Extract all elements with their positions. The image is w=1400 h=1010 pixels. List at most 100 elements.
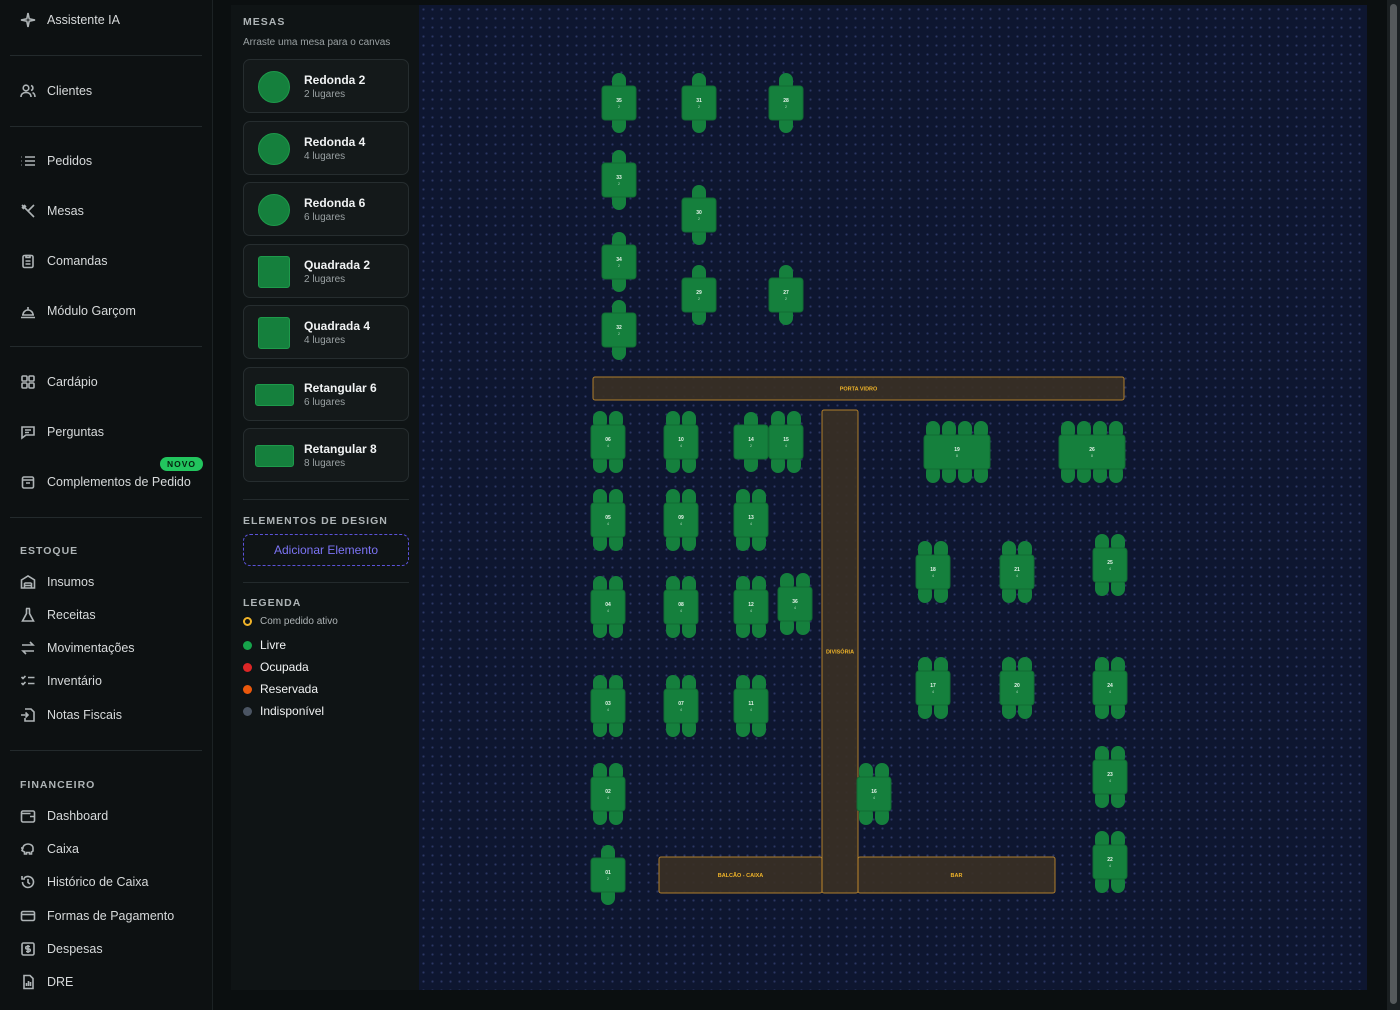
card-capacity: 4 lugares (304, 151, 346, 162)
floor-table[interactable]: 282 (768, 73, 804, 133)
nav-item-inventario[interactable]: Inventário (20, 671, 102, 691)
nav-item-caixa[interactable]: Caixa (20, 839, 79, 859)
floor-table[interactable]: 124 (733, 576, 769, 638)
floor-table[interactable]: 364 (777, 573, 813, 635)
nav-label: Comandas (47, 254, 108, 268)
floor-table[interactable]: 272 (768, 265, 804, 325)
card-capacity: 2 lugares (304, 89, 346, 100)
round-table-icon (258, 194, 290, 226)
floor-table[interactable]: 254 (1092, 534, 1128, 596)
design-element[interactable]: PORTA VIDRO (592, 376, 1125, 401)
divider (10, 126, 202, 127)
design-element-label: DIVISÓRIA (826, 648, 854, 656)
nav-item-pedidos[interactable]: Pedidos (20, 151, 92, 171)
nav-item-complementos[interactable]: Complementos de Pedido (20, 472, 191, 492)
nav-item-comandas[interactable]: Comandas (20, 251, 107, 271)
design-element-label: BAR (951, 873, 963, 879)
floor-table[interactable]: 198 (923, 421, 991, 483)
floor-table[interactable]: 352 (601, 73, 637, 133)
floor-table[interactable]: 094 (663, 489, 699, 551)
nav-item-dre[interactable]: DRE (20, 972, 73, 992)
card-name: Retangular 8 (304, 442, 377, 456)
floor-table[interactable]: 184 (915, 541, 951, 603)
table-seat-count: 2 (618, 332, 620, 336)
palette-card-retangular-8[interactable]: Retangular 8 8 lugares (243, 428, 409, 482)
floor-table[interactable]: 312 (681, 73, 717, 133)
palette-card-redonda-4[interactable]: Redonda 4 4 lugares (243, 121, 409, 175)
scrollbar-thumb[interactable] (1390, 4, 1397, 1004)
table-seat-count: 4 (680, 708, 682, 712)
table-seat-count: 4 (680, 444, 682, 448)
floor-table[interactable]: 084 (663, 576, 699, 638)
round-table-icon (258, 133, 290, 165)
rect-table-icon (255, 384, 294, 406)
nav-item-formas-pagamento[interactable]: Formas de Pagamento (20, 906, 174, 926)
nav-item-notas-fiscais[interactable]: Notas Fiscais (20, 705, 122, 725)
nav-item-despesas[interactable]: Despesas (20, 939, 103, 959)
table-number: 14 (748, 437, 754, 443)
floor-table[interactable]: 034 (590, 675, 626, 737)
table-number: 23 (1107, 772, 1113, 778)
floor-table[interactable]: 104 (663, 411, 699, 473)
floor-table[interactable]: 134 (733, 489, 769, 551)
cloche-icon (21, 307, 35, 319)
floor-table[interactable]: 244 (1092, 657, 1128, 719)
table-seat-count: 2 (750, 444, 752, 448)
design-element[interactable]: DIVISÓRIA (821, 409, 859, 894)
floor-table[interactable]: 224 (1092, 831, 1128, 893)
floor-table[interactable]: 064 (590, 411, 626, 473)
floor-table[interactable]: 044 (590, 576, 626, 638)
floor-table[interactable]: 164 (856, 763, 892, 825)
checklist-icon (20, 675, 35, 686)
nav-label: Insumos (47, 575, 95, 589)
floor-table[interactable]: 154 (768, 411, 804, 473)
nav-item-insumos[interactable]: Insumos (20, 572, 94, 592)
floor-table[interactable]: 234 (1092, 746, 1128, 808)
design-element[interactable]: BALCÃO - CAIXA (658, 856, 823, 894)
floor-table[interactable]: 214 (999, 541, 1035, 603)
floor-table[interactable]: 322 (601, 300, 637, 360)
floor-table[interactable]: 074 (663, 675, 699, 737)
floor-table[interactable]: 142 (733, 412, 769, 472)
palette-card-redonda-6[interactable]: Redonda 6 6 lugares (243, 182, 409, 236)
divider (10, 55, 202, 56)
box-icon (21, 476, 35, 489)
nav-item-dashboard[interactable]: Dashboard (20, 806, 108, 826)
table-number: 06 (605, 437, 611, 443)
palette-card-retangular-6[interactable]: Retangular 6 6 lugares (243, 367, 409, 421)
nav-item-assistente-ia[interactable]: Assistente IA (20, 10, 120, 30)
floor-table[interactable]: 268 (1058, 421, 1126, 483)
table-seat-count: 8 (956, 454, 958, 458)
floor-table[interactable]: 292 (681, 265, 717, 325)
design-element[interactable]: BAR (857, 856, 1056, 894)
floor-table[interactable]: 024 (590, 763, 626, 825)
nav-item-historico-caixa[interactable]: Histórico de Caixa (20, 872, 148, 892)
status-dot-icon (243, 706, 252, 716)
floor-table[interactable]: 012 (590, 845, 626, 905)
floor-table[interactable]: 054 (590, 489, 626, 551)
floor-table[interactable]: 342 (601, 232, 637, 292)
floor-plan-canvas[interactable]: PORTA VIDRO DIVISÓRIA BALCÃO - CAIXA BAR 35 2… (419, 5, 1367, 990)
clipboard-icon (22, 254, 34, 269)
nav-item-cardapio[interactable]: Cardápio (20, 372, 98, 392)
table-number: 25 (1107, 560, 1113, 566)
floor-table[interactable]: 204 (999, 657, 1035, 719)
nav-item-movimentacoes[interactable]: Movimentações (20, 638, 135, 658)
nav-item-perguntas[interactable]: Perguntas (20, 422, 104, 442)
nav-item-modulo-garcom[interactable]: Módulo Garçom (20, 301, 136, 321)
nav-item-clientes[interactable]: Clientes (20, 81, 92, 101)
rect-table-icon (255, 445, 294, 467)
floor-table[interactable]: 302 (681, 185, 717, 245)
palette-card-quadrada-2[interactable]: Quadrada 2 2 lugares (243, 244, 409, 298)
floor-table[interactable]: 332 (601, 150, 637, 210)
nav-label: Módulo Garçom (47, 304, 136, 318)
palette-card-redonda-2[interactable]: Redonda 2 2 lugares (243, 59, 409, 113)
nav-item-receitas[interactable]: Receitas (20, 605, 96, 625)
card-name: Redonda 4 (304, 135, 366, 149)
nav-item-mesas[interactable]: Mesas (20, 201, 84, 221)
floor-table[interactable]: 174 (915, 657, 951, 719)
floor-table[interactable]: 114 (733, 675, 769, 737)
nav-label: Cardápio (47, 375, 98, 389)
add-element-button[interactable]: Adicionar Elemento (243, 534, 409, 566)
palette-card-quadrada-4[interactable]: Quadrada 4 4 lugares (243, 305, 409, 359)
